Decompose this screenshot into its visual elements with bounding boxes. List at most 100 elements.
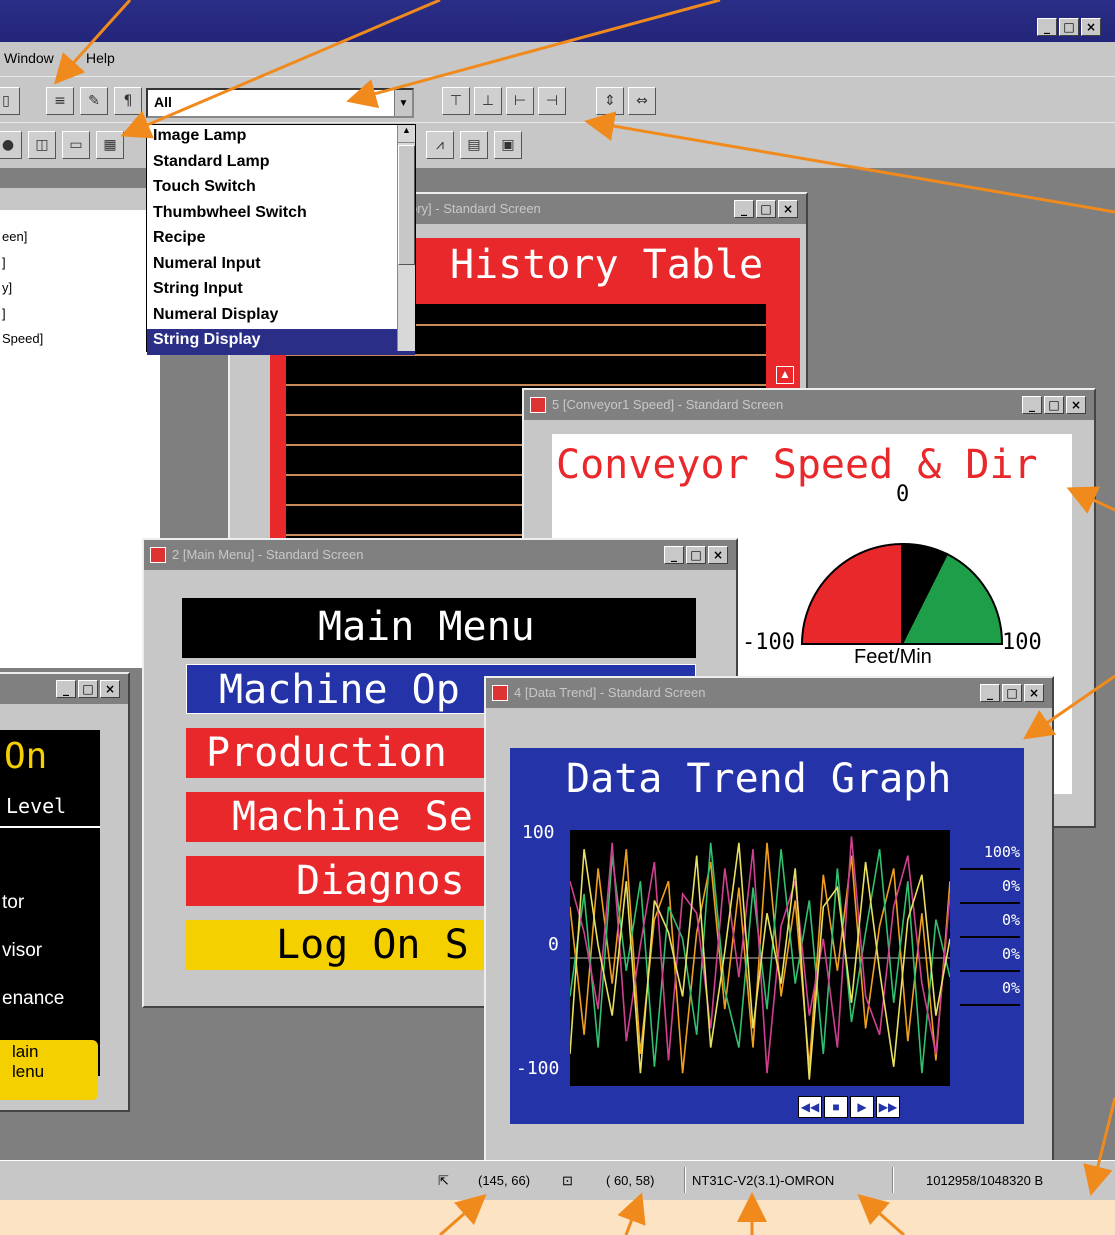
status-separator [684, 1167, 686, 1193]
tree-item[interactable]: ] [2, 301, 43, 327]
main-menu-heading-bar: Main Menu [182, 598, 696, 658]
callout-arrow [857, 1194, 905, 1235]
application-window: _ □ × Window Help ▯ ≡ ✎ ¶ ⊤ ⊥ ⊢ ⊣ ⇕ ⇔ ● … [0, 0, 1115, 1200]
trend-graph-icon[interactable]: ⩘ [426, 131, 454, 159]
tree-item[interactable]: een] [2, 224, 43, 250]
divider [0, 826, 100, 828]
play-icon[interactable]: ▶ [850, 1096, 874, 1118]
switch-icon[interactable]: ◫ [28, 131, 56, 159]
title-bar: _ □ × [0, 0, 1115, 42]
status-object-size: ( 60, 58) [606, 1173, 655, 1188]
toolbar-tool-icon[interactable]: ▯ [0, 87, 20, 115]
minimize-button[interactable]: _ [734, 200, 754, 218]
minimize-button[interactable]: _ [980, 684, 1000, 702]
menu-button-label: Machine Op [219, 667, 460, 713]
pen-icon[interactable]: ✎ [80, 87, 108, 115]
dropdown-option-selected[interactable]: String Display [147, 329, 415, 355]
tree-item[interactable]: Speed] [2, 326, 43, 352]
tree-item[interactable]: ] [2, 250, 43, 276]
data-trend-window[interactable]: 4 [Data Trend] - Standard Screen _ □ × D… [484, 676, 1054, 1172]
maximize-button[interactable]: □ [1059, 18, 1079, 36]
menu-button-label: Diagnos [296, 858, 465, 904]
window-title: 5 [Conveyor1 Speed] - Standard Screen [524, 390, 1094, 420]
tree-item[interactable]: y] [2, 275, 43, 301]
dropdown-option[interactable]: Standard Lamp [147, 151, 415, 177]
conveyor-heading: Conveyor Speed & Dir [556, 442, 1038, 488]
menu-help[interactable]: Help [86, 50, 115, 66]
maximize-button[interactable]: □ [756, 200, 776, 218]
maximize-button[interactable]: □ [1044, 396, 1064, 414]
channel-readout: 100% [960, 836, 1020, 870]
maximize-button[interactable]: □ [686, 546, 706, 564]
status-memory-usage: 1012958/1048320 B [926, 1173, 1044, 1188]
trend-panel: Data Trend Graph 100 0 -100 ◀◀ ■ ▶ ▶▶ 10… [510, 748, 1024, 1124]
dropdown-scrollbar[interactable]: ▲ [397, 125, 415, 351]
align-bottom-icon[interactable]: ⊥ [474, 87, 502, 115]
scroll-thumb[interactable] [398, 145, 415, 265]
dropdown-option[interactable]: Image Lamp [147, 125, 415, 151]
maximize-button[interactable]: □ [78, 680, 98, 698]
lamp-icon[interactable]: ● [0, 131, 22, 159]
close-button[interactable]: × [1081, 18, 1101, 36]
dropdown-option[interactable]: Recipe [147, 227, 415, 253]
y-axis-tick-mid: 0 [548, 934, 559, 955]
object-type-select[interactable]: All ▼ [146, 88, 414, 118]
status-terminal-model: NT31C-V2(3.1)-OMRON [692, 1173, 835, 1188]
distribute-horizontal-icon[interactable]: ⇔ [628, 87, 656, 115]
maximize-button[interactable]: □ [1002, 684, 1022, 702]
size-icon: ⊡ [562, 1173, 573, 1188]
chevron-down-icon[interactable]: ▼ [394, 90, 412, 116]
menu-button-label: Machine Se [232, 794, 473, 840]
window-controls: _ □ × [734, 200, 798, 218]
scroll-up-icon[interactable]: ▲ [398, 125, 415, 143]
rewind-icon[interactable]: ◀◀ [798, 1096, 822, 1118]
dropdown-option[interactable]: Thumbwheel Switch [147, 202, 415, 228]
minimize-button[interactable]: _ [664, 546, 684, 564]
logon-level-item[interactable]: enance [2, 988, 64, 1010]
trend-heading: Data Trend Graph [566, 756, 952, 802]
close-button[interactable]: × [778, 200, 798, 218]
broken-line-icon[interactable]: ▣ [494, 131, 522, 159]
frame-icon[interactable]: ▭ [62, 131, 90, 159]
cursor-icon: ⇱ [438, 1173, 449, 1188]
main-menu-heading: Main Menu [318, 604, 535, 650]
stop-icon[interactable]: ■ [824, 1096, 848, 1118]
window-title: 2 [Main Menu] - Standard Screen [144, 540, 736, 570]
gauge-max-label: 100 [1002, 630, 1042, 655]
menu-window[interactable]: Window [4, 50, 54, 66]
screen-icon [150, 547, 166, 563]
distribute-vertical-icon[interactable]: ⇕ [596, 87, 624, 115]
minimize-button[interactable]: _ [56, 680, 76, 698]
dropdown-option[interactable]: Touch Switch [147, 176, 415, 202]
close-button[interactable]: × [708, 546, 728, 564]
close-button[interactable]: × [1024, 684, 1044, 702]
dropdown-option[interactable]: String Input [147, 278, 415, 304]
screen-icon [530, 397, 546, 413]
close-button[interactable]: × [1066, 396, 1086, 414]
status-bar: ⇱ (145, 66) ⊡ ( 60, 58) NT31C-V2(3.1)-OM… [0, 1160, 1115, 1200]
logon-panel: On Level tor visor enance lain lenu [0, 730, 100, 1100]
dropdown-option[interactable]: Numeral Input [147, 253, 415, 279]
channel-readout: 0% [960, 938, 1020, 972]
fast-forward-icon[interactable]: ▶▶ [876, 1096, 900, 1118]
align-top-icon[interactable]: ⊤ [442, 87, 470, 115]
minimize-button[interactable]: _ [1037, 18, 1057, 36]
object-type-selected: All [154, 94, 172, 110]
bar-graph-icon[interactable]: ▤ [460, 131, 488, 159]
align-right-icon[interactable]: ⊣ [538, 87, 566, 115]
dropdown-option[interactable]: Numeral Display [147, 304, 415, 330]
menu-button-label: Log On S [276, 922, 469, 968]
logon-level-item[interactable]: tor [2, 892, 24, 914]
table-icon[interactable]: ▦ [96, 131, 124, 159]
logon-level-item[interactable]: visor [2, 940, 42, 962]
logon-window[interactable]: _ □ × On Level tor visor enance lain len… [0, 672, 130, 1112]
object-type-dropdown: Image Lamp Standard Lamp Touch Switch Th… [146, 124, 416, 355]
paragraph-icon[interactable]: ¶ [114, 87, 142, 115]
align-left-icon[interactable]: ⊢ [506, 87, 534, 115]
align-center-icon[interactable]: ≡ [46, 87, 74, 115]
close-button[interactable]: × [100, 680, 120, 698]
main-menu-button[interactable]: lain lenu [0, 1040, 98, 1100]
scroll-up-icon[interactable]: ▲ [776, 366, 794, 384]
window-controls: _ □ × [1022, 396, 1086, 414]
minimize-button[interactable]: _ [1022, 396, 1042, 414]
